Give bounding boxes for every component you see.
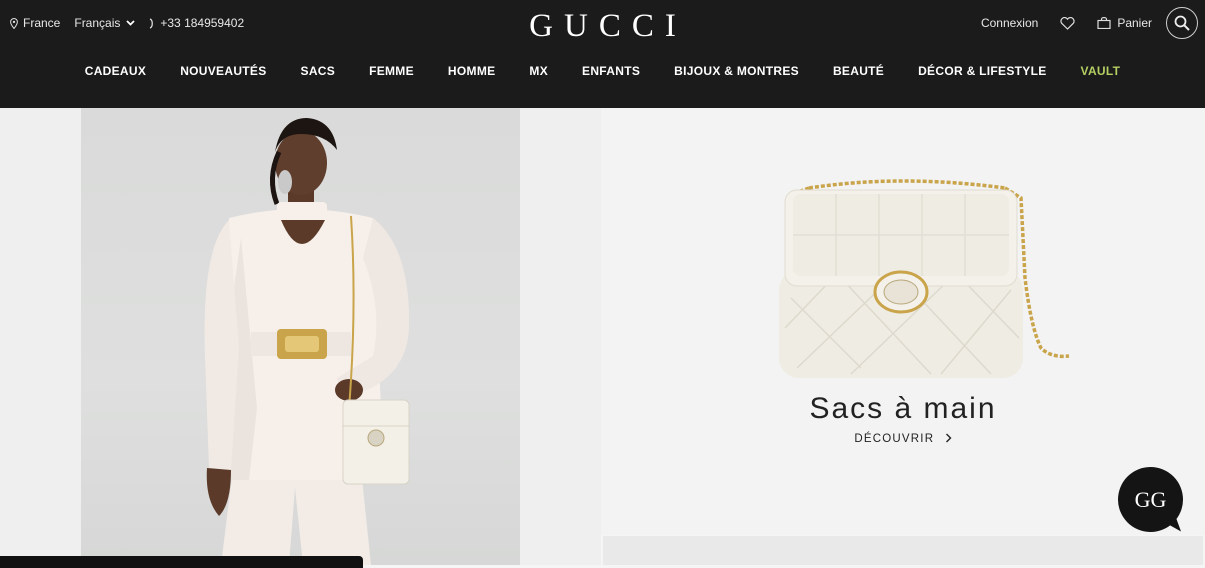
nav-item-homme[interactable]: HOMME — [448, 64, 496, 78]
chevron-right-icon — [945, 433, 952, 443]
nav-item-enfants[interactable]: ENFANTS — [582, 64, 640, 78]
model-photo[interactable] — [81, 108, 520, 565]
nav-item-vault[interactable]: VAULT — [1081, 64, 1121, 78]
wishlist-button[interactable] — [1060, 16, 1075, 30]
nav-item-femme[interactable]: FEMME — [369, 64, 414, 78]
nav-item-mx[interactable]: MX — [529, 64, 548, 78]
nav-item-cadeaux[interactable]: CADEAUX — [85, 64, 146, 78]
top-bar: France Français +33 184959402 GUCCI Conn… — [0, 0, 1205, 46]
model-promo-panel[interactable] — [0, 108, 601, 565]
model-illustration — [204, 118, 410, 565]
nav-item-nouveautes[interactable]: NOUVEAUTÉS — [180, 64, 266, 78]
shopping-bag-icon — [1097, 17, 1111, 29]
nav-item-decor-lifestyle[interactable]: DÉCOR & LIFESTYLE — [918, 64, 1046, 78]
cart-link[interactable]: Panier — [1097, 16, 1152, 30]
search-button[interactable] — [1166, 7, 1198, 39]
handbag-promo-panel[interactable] — [601, 108, 1205, 535]
login-link[interactable]: Connexion — [981, 16, 1038, 30]
login-label: Connexion — [980, 16, 1039, 30]
discover-link[interactable]: DÉCOUVRIR — [601, 433, 1205, 445]
promo-title[interactable]: Sacs à main — [601, 392, 1205, 426]
next-promo-panel[interactable] — [603, 536, 1203, 565]
chat-button[interactable]: GG — [1118, 467, 1183, 532]
main-nav: CADEAUX NOUVEAUTÉS SACS FEMME HOMME MX E… — [0, 64, 1205, 78]
heart-icon — [1060, 16, 1075, 30]
account-bar: Connexion Panier — [981, 0, 1205, 46]
search-icon — [1174, 15, 1190, 31]
nav-item-bijoux-montres[interactable]: BIJOUX & MONTRES — [674, 64, 799, 78]
nav-item-sacs[interactable]: SACS — [301, 64, 336, 78]
gg-logo-icon: GG — [1134, 486, 1167, 512]
site-header: France Français +33 184959402 GUCCI Conn… — [0, 0, 1205, 108]
nav-item-beaute[interactable]: BEAUTÉ — [833, 64, 884, 78]
cookie-banner-strip — [0, 556, 363, 568]
cart-label: Panier — [1117, 16, 1152, 30]
discover-label: DÉCOUVRIR — [854, 433, 935, 445]
